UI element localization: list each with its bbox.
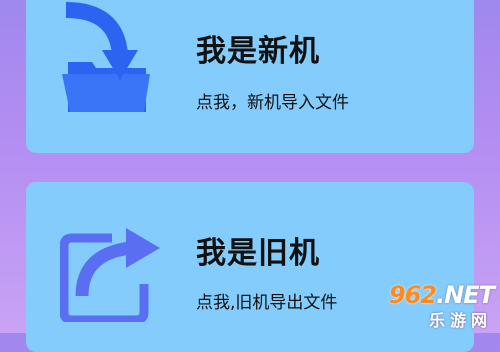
new-device-card[interactable]: 我是新机 点我，新机导入文件	[26, 0, 474, 153]
site-watermark: 962.NET 乐游网	[356, 281, 495, 331]
watermark-text: 乐游网	[428, 311, 492, 330]
export-share-icon	[60, 228, 160, 322]
import-folder-icon	[62, 2, 150, 112]
new-device-title: 我是新机	[196, 34, 320, 69]
watermark-number: 962	[388, 281, 437, 309]
new-device-subtitle: 点我，新机导入文件	[196, 93, 349, 113]
watermark-domain: .NET	[436, 281, 495, 309]
old-device-subtitle: 点我,旧机导出文件	[196, 293, 338, 313]
old-device-title: 我是旧机	[196, 236, 320, 271]
watermark-logo: 962.NET	[388, 281, 495, 309]
